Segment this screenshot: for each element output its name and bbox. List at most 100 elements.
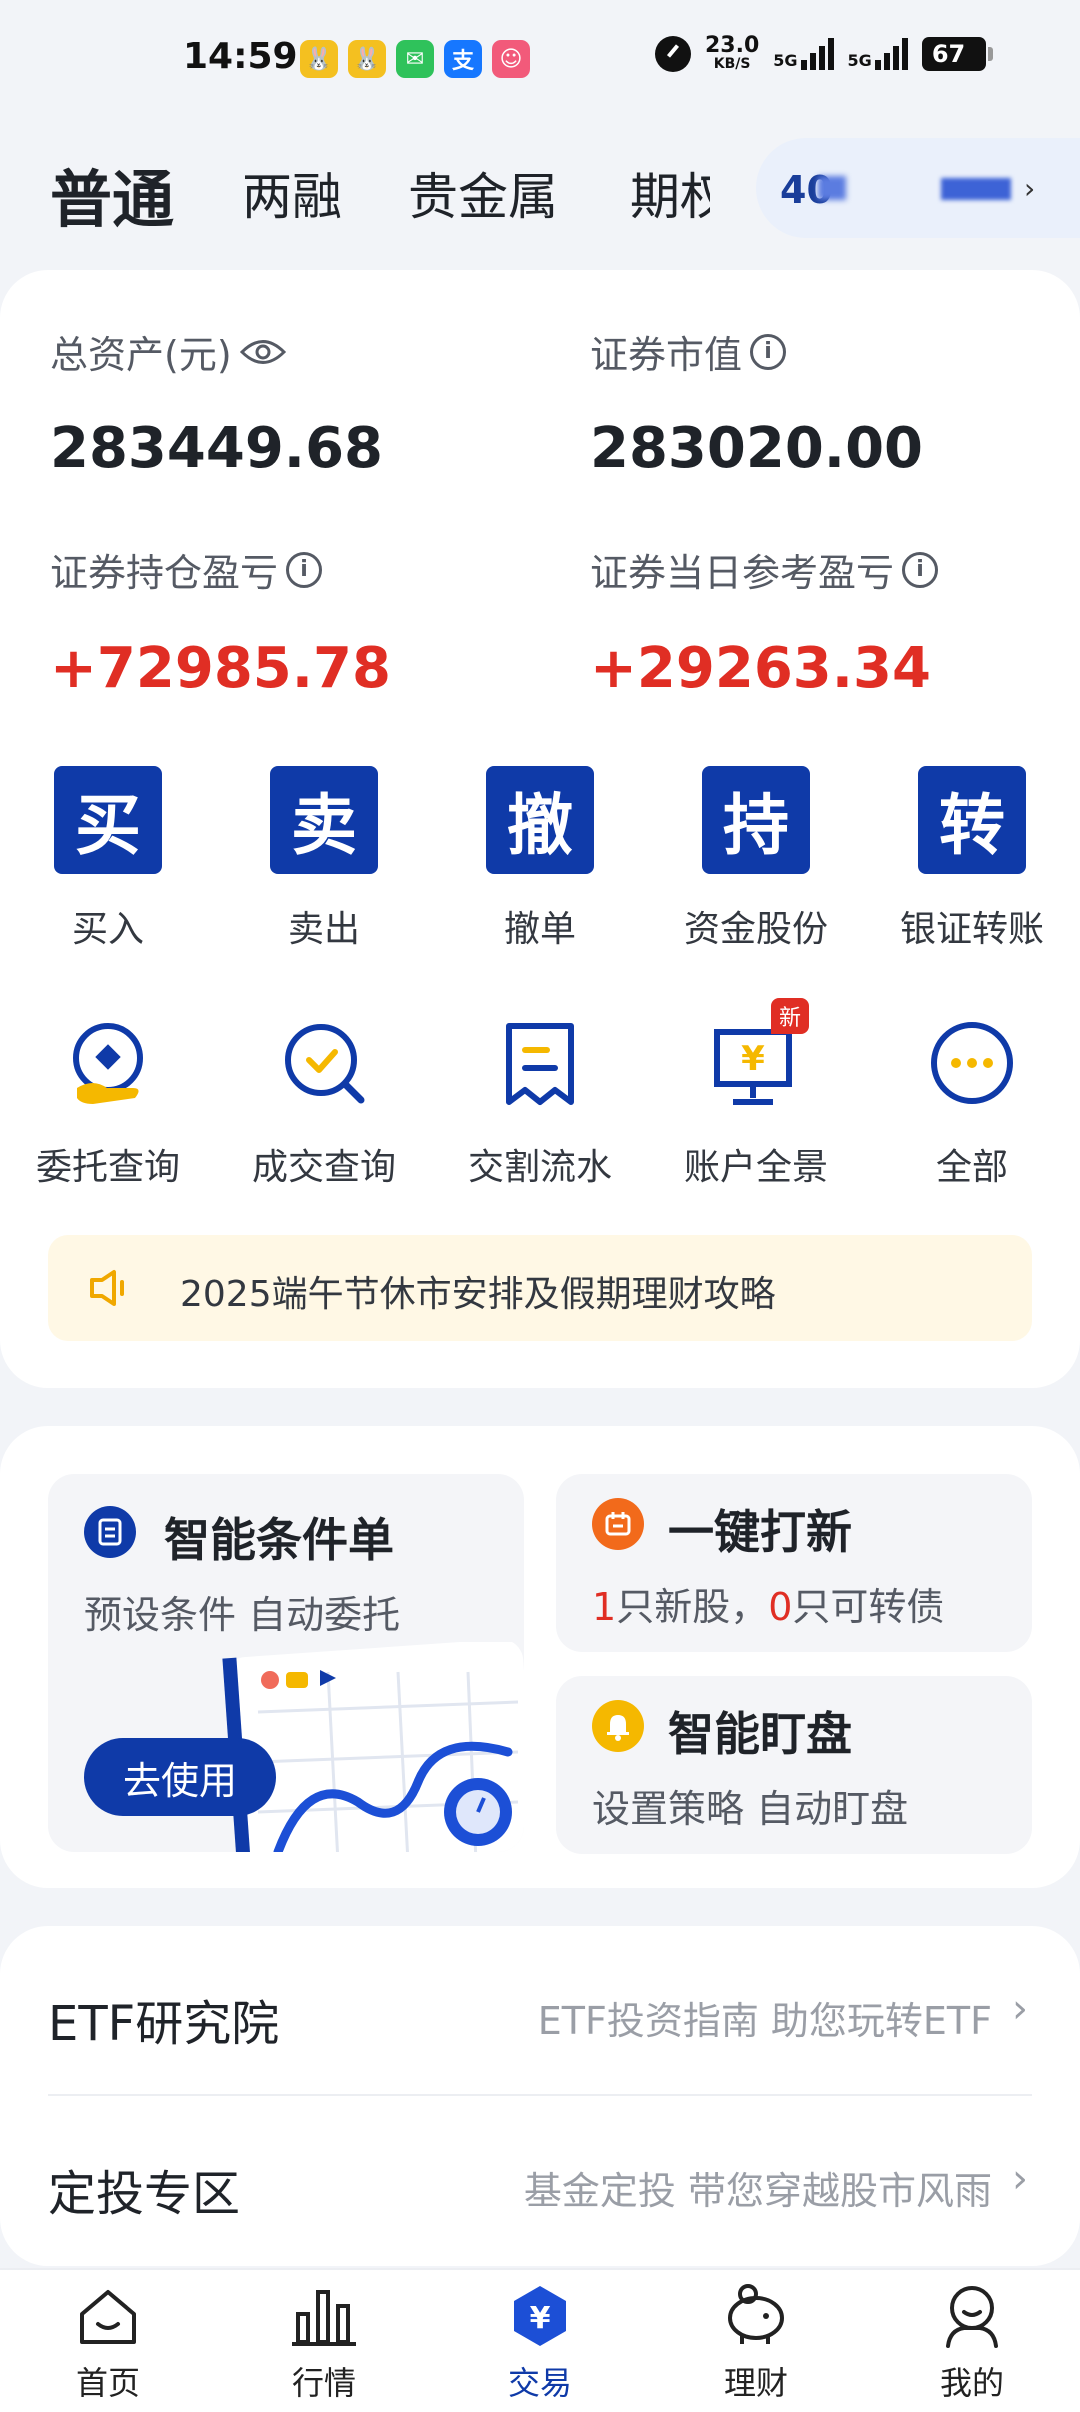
tab-precious-metal[interactable]: 贵金属 bbox=[408, 157, 558, 229]
total-assets-value: 283449.68 bbox=[50, 416, 383, 481]
tab-normal[interactable]: 普通 bbox=[50, 149, 174, 239]
all-tools-button[interactable]: 全部 bbox=[872, 1018, 1072, 1190]
status-bar: 14:59 🐰 🐰 ✉ 支 ☺ 23.0 KB/S 5G 5G 67 bbox=[0, 0, 1080, 120]
alipay-app-icon: 支 bbox=[444, 40, 482, 78]
order-query-button[interactable]: 委托查询 bbox=[8, 1018, 208, 1190]
nav-mine[interactable]: 我的 bbox=[892, 2280, 1052, 2404]
nav-trade-label: 交易 bbox=[507, 2364, 572, 2402]
cancel-order-label: 撤单 bbox=[503, 909, 576, 950]
holdings-label: 资金股份 bbox=[683, 909, 828, 950]
info-icon[interactable]: i bbox=[750, 333, 787, 370]
piggy-bank-icon bbox=[720, 2280, 792, 2352]
fixed-investment-title: 定投专区 bbox=[48, 2166, 241, 2222]
speedometer-icon bbox=[655, 36, 691, 72]
more-icon bbox=[927, 1018, 1017, 1108]
daily-pl-value: +29263.34 bbox=[590, 636, 931, 701]
account-overview-button[interactable]: ¥ 新 账户全景 bbox=[656, 998, 856, 1190]
holdings-button[interactable]: 持 资金股份 bbox=[666, 766, 846, 952]
holdings-icon: 持 bbox=[702, 766, 810, 874]
etf-research-subtitle: ETF投资指南 助您玩转ETF bbox=[537, 1999, 992, 2043]
smart-monitor-tile[interactable]: 智能盯盘 设置策略 自动盯盘 bbox=[556, 1676, 1032, 1854]
home-icon bbox=[72, 2280, 144, 2352]
nav-home[interactable]: 首页 bbox=[28, 2280, 188, 2404]
use-smart-order-button[interactable]: 去使用 bbox=[84, 1738, 276, 1816]
smart-order-subtitle: 预设条件 自动委托 bbox=[84, 1593, 401, 1637]
message-app-icon: ✉ bbox=[396, 40, 434, 78]
document-icon bbox=[84, 1506, 136, 1558]
bank-transfer-button[interactable]: 转 银证转账 bbox=[882, 766, 1062, 952]
etf-research-title: ETF研究院 bbox=[48, 1996, 280, 2052]
bar-chart-icon bbox=[288, 2280, 360, 2352]
buy-button[interactable]: 买 买入 bbox=[18, 766, 198, 952]
nav-mine-label: 我的 bbox=[939, 2364, 1004, 2402]
fixed-investment-row[interactable]: 定投专区 基金定投 带您穿越股市风雨 › bbox=[48, 2096, 1032, 2266]
new-badge: 新 bbox=[771, 998, 810, 1034]
smart-order-title: 智能条件单 bbox=[164, 1513, 394, 1567]
notification-icons: 🐰 🐰 ✉ 支 ☺ bbox=[300, 40, 530, 78]
market-value-value: 283020.00 bbox=[590, 416, 923, 481]
chevron-down-icon: › bbox=[1024, 172, 1036, 205]
position-pl-label: 证券持仓盈亏 i bbox=[50, 542, 323, 597]
trade-icon: ¥ bbox=[504, 2280, 576, 2352]
services-card: ETF研究院 ETF投资指南 助您玩转ETF › 定投专区 基金定投 带您穿越股… bbox=[0, 1926, 1080, 2266]
total-assets-label: 总资产(元) bbox=[50, 324, 286, 379]
smart-monitor-title: 智能盯盘 bbox=[668, 1707, 852, 1761]
status-time: 14:59 bbox=[183, 36, 298, 77]
signal-bars-icon bbox=[874, 38, 908, 70]
cancel-order-button[interactable]: 撤 撤单 bbox=[450, 766, 630, 952]
daily-pl-label: 证券当日参考盈亏 i bbox=[590, 542, 939, 597]
notice-text: 2025端午节休市安排及假期理财攻略 bbox=[180, 1274, 776, 1315]
tab-margin[interactable]: 两融 bbox=[242, 157, 342, 229]
deal-query-label: 成交查询 bbox=[251, 1147, 396, 1188]
info-icon[interactable]: i bbox=[902, 551, 939, 588]
deal-query-icon bbox=[279, 1018, 369, 1108]
etf-research-row[interactable]: ETF研究院 ETF投资指南 助您玩转ETF › bbox=[48, 1926, 1032, 2096]
svg-text:¥: ¥ bbox=[530, 2301, 551, 2336]
sell-button[interactable]: 卖 卖出 bbox=[234, 766, 414, 952]
ipo-stock-count: 1 bbox=[592, 1585, 617, 1629]
masked-account-part bbox=[941, 178, 1011, 200]
nav-trade[interactable]: ¥ 交易 bbox=[460, 2280, 620, 2404]
notice-banner[interactable]: 2025端午节休市安排及假期理财攻略 bbox=[48, 1235, 1032, 1341]
tab-options[interactable]: 期权 bbox=[630, 157, 710, 229]
smart-order-tile[interactable]: 智能条件单 预设条件 自动委托 去使用 bbox=[48, 1474, 524, 1852]
info-icon[interactable]: i bbox=[286, 551, 323, 588]
eye-icon[interactable] bbox=[239, 337, 286, 367]
signal-5g-2: 5G bbox=[848, 38, 908, 70]
battery-icon: 67 bbox=[921, 37, 993, 71]
buy-icon: 买 bbox=[54, 766, 162, 874]
all-tools-label: 全部 bbox=[935, 1147, 1008, 1188]
pink-app-icon: ☺ bbox=[492, 40, 530, 78]
settlement-icon bbox=[495, 1018, 585, 1108]
position-pl-value: +72985.78 bbox=[50, 636, 391, 701]
chevron-right-icon: › bbox=[1012, 1986, 1028, 2032]
account-overview-label: 账户全景 bbox=[683, 1147, 828, 1188]
smart-monitor-subtitle: 设置策略 自动盯盘 bbox=[592, 1787, 909, 1831]
nav-market[interactable]: 行情 bbox=[244, 2280, 404, 2404]
settlement-label: 交割流水 bbox=[467, 1147, 612, 1188]
profile-icon bbox=[936, 2280, 1008, 2352]
nav-market-label: 行情 bbox=[291, 2364, 356, 2402]
ipo-tile[interactable]: 一键打新 1只新股，0只可转债 bbox=[556, 1474, 1032, 1652]
svg-text:¥: ¥ bbox=[741, 1039, 765, 1079]
account-selector[interactable]: 40 › bbox=[756, 138, 1080, 238]
signal-5g-1: 5G bbox=[773, 38, 834, 70]
buy-label: 买入 bbox=[71, 909, 144, 950]
deal-query-button[interactable]: 成交查询 bbox=[224, 1018, 424, 1190]
masked-account-part bbox=[818, 176, 846, 200]
order-query-icon bbox=[63, 1018, 153, 1108]
speaker-icon bbox=[88, 1268, 132, 1312]
nav-wealth-label: 理财 bbox=[723, 2364, 788, 2402]
settlement-button[interactable]: 交割流水 bbox=[440, 1018, 640, 1190]
account-overview-icon: ¥ 新 bbox=[711, 998, 810, 1108]
bottom-navigation: 首页 行情 ¥ 交易 理财 我的 bbox=[0, 2268, 1080, 2412]
bunny-app-icon: 🐰 bbox=[300, 40, 338, 78]
signal-bars-icon bbox=[800, 38, 834, 70]
market-value-label: 证券市值 i bbox=[590, 324, 787, 379]
nav-wealth[interactable]: 理财 bbox=[676, 2280, 836, 2404]
bank-transfer-label: 银证转账 bbox=[899, 909, 1044, 950]
bell-icon bbox=[592, 1700, 644, 1752]
cancel-order-icon: 撤 bbox=[486, 766, 594, 874]
network-speed: 23.0 KB/S bbox=[705, 33, 760, 73]
sell-label: 卖出 bbox=[287, 909, 360, 950]
